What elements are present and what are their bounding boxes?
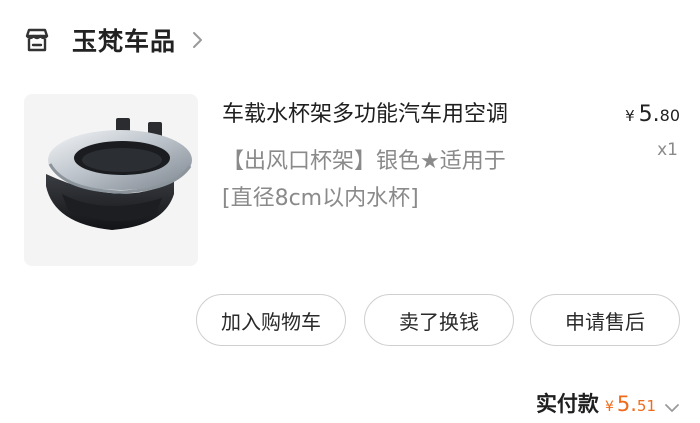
price-currency: ¥ [625, 107, 635, 125]
paid-currency: ¥ [604, 399, 614, 415]
store-header[interactable]: 玉梵车品 [22, 18, 206, 62]
after-sale-button[interactable]: 申请售后 [530, 294, 680, 346]
product-spec: 【出风口杯架】银色★适用于 [直径8cm以内水杯] [222, 143, 592, 217]
store-name[interactable]: 玉梵车品 [72, 22, 176, 58]
paid-decimal: 51 [636, 397, 656, 415]
price-decimal: 80 [659, 106, 680, 125]
store-icon [22, 25, 52, 55]
spec-line-1: 【出风口杯架】银色★适用于 [222, 149, 506, 174]
spec-line-2: [直径8cm以内水杯] [222, 186, 419, 211]
paid-label: 实付款 [535, 392, 599, 416]
chevron-down-icon[interactable] [664, 399, 680, 412]
add-to-cart-button[interactable]: 加入购物车 [196, 294, 346, 346]
product-image[interactable] [24, 94, 198, 266]
chevron-right-icon[interactable] [190, 29, 206, 51]
product-price: ¥5.80 [625, 102, 680, 127]
product-quantity: x1 [657, 140, 678, 160]
paid-integer: 5. [616, 392, 637, 416]
product-title[interactable]: 车载水杯架多功能汽车用空调 [222, 96, 592, 128]
resell-button[interactable]: 卖了换钱 [364, 294, 514, 346]
paid-amount[interactable]: 实付款 ¥5. 51 [536, 388, 680, 422]
price-integer: 5. [638, 102, 660, 127]
